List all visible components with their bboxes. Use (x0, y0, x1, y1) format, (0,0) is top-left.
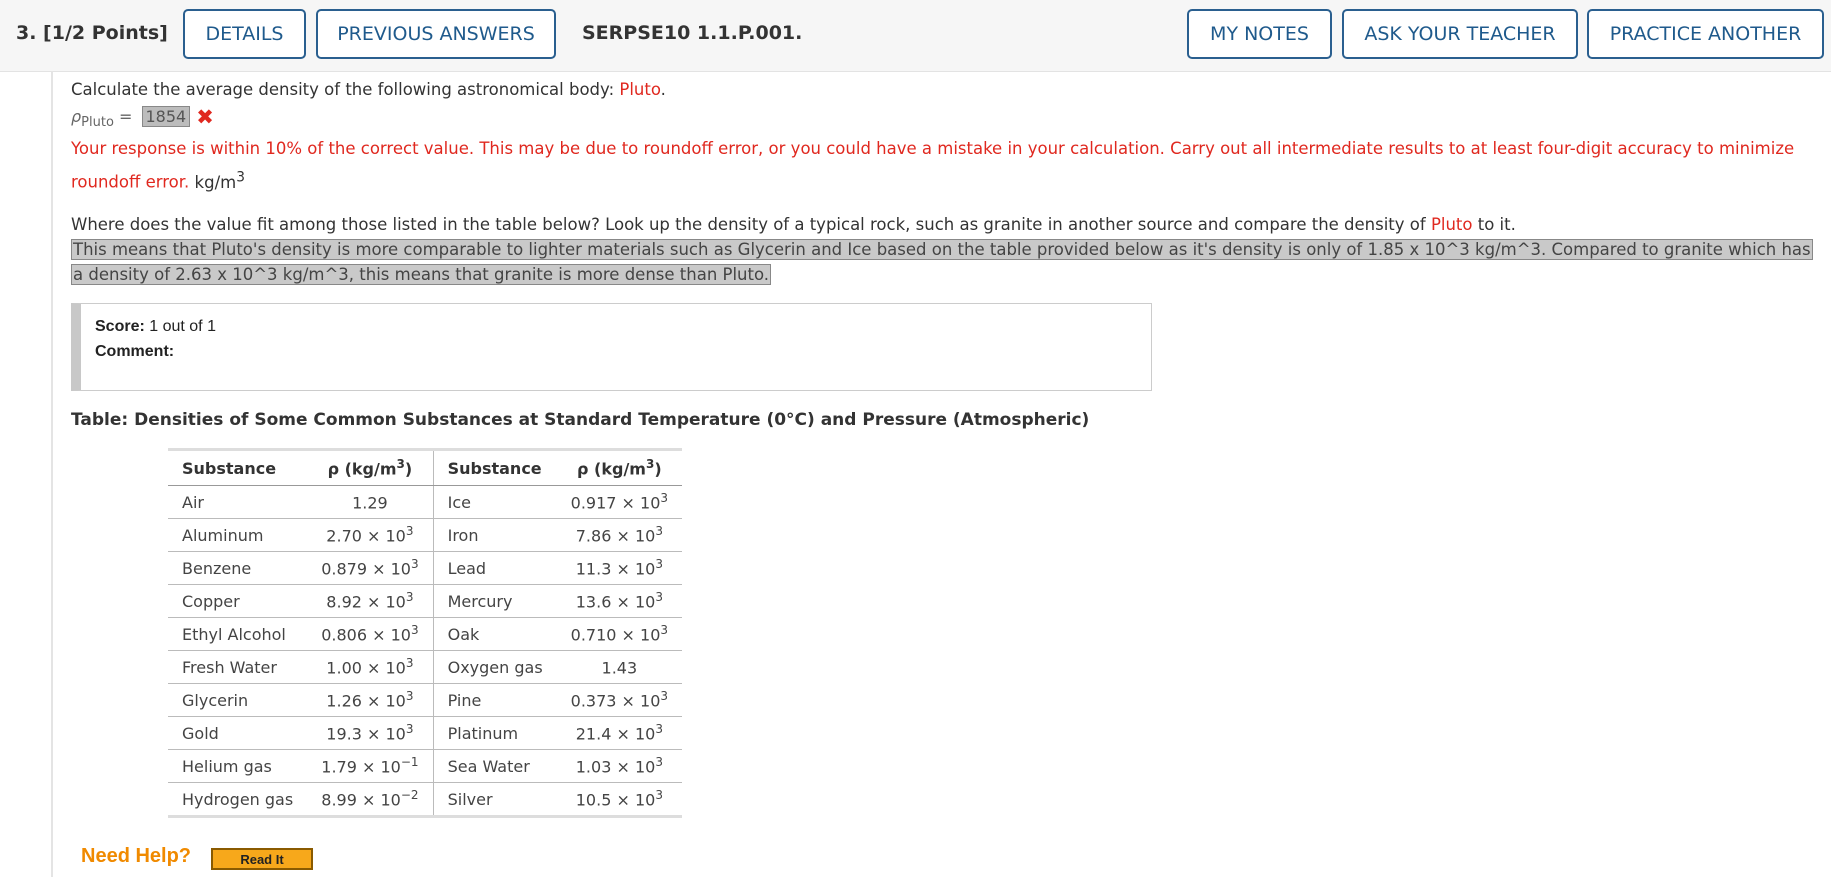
score-box: Score: 1 out of 1 Comment: (71, 303, 1152, 391)
answer-field[interactable]: 1854 (141, 106, 191, 127)
table-row: Fresh Water 1.00 × 103 Oxygen gas 1.43 (168, 650, 683, 684)
practice-another-button[interactable]: PRACTICE ANOTHER (1587, 9, 1824, 59)
answer-row: ρPluto = 1854 ✖ (71, 105, 214, 130)
density-cell: 1.79 × 10−1 (307, 749, 434, 783)
rho-subscript: Pluto (81, 115, 114, 131)
density-cell: 1.29 (307, 485, 434, 519)
density-cell: 0.879 × 103 (307, 551, 434, 585)
density-cell: 0.806 × 103 (307, 617, 434, 651)
table-row: Helium gas 1.79 × 10−1 Sea Water 1.03 × 103 (168, 749, 683, 783)
substance-cell: Glycerin (168, 683, 308, 717)
substance-cell: Mercury (433, 584, 557, 618)
table-row: Air 1.29 Ice 0.917 × 103 (168, 485, 683, 519)
score-line: Score: 1 out of 1 (95, 318, 216, 335)
table-row: Ethyl Alcohol 0.806 × 103 Oak 0.710 × 103 (168, 617, 683, 651)
question-number: 3. [1/2 Points] (16, 22, 168, 44)
ask-your-teacher-button[interactable]: ASK YOUR TEACHER (1342, 9, 1578, 59)
answer-unit: kg/m3 (194, 169, 245, 192)
substance-cell: Ethyl Alcohol (168, 617, 308, 651)
table-row: Aluminum 2.70 × 103 Iron 7.86 × 103 (168, 518, 683, 552)
density-cell: 10.5 × 103 (556, 782, 683, 818)
details-button[interactable]: DETAILS (183, 9, 306, 59)
substance-cell: Silver (433, 782, 557, 818)
density-cell: 0.917 × 103 (556, 485, 683, 519)
density-cell: 1.03 × 103 (556, 749, 683, 783)
density-cell: 1.00 × 103 (307, 650, 434, 684)
incorrect-x-icon: ✖ (196, 105, 214, 129)
substance-cell: Gold (168, 716, 308, 750)
column-header-density: ρ (kg/m3) (307, 448, 434, 486)
essay-response[interactable]: This means that Pluto's density is more … (71, 237, 1813, 287)
previous-answers-button[interactable]: PREVIOUS ANSWERS (316, 9, 556, 59)
table-row: Glycerin 1.26 × 103 Pine 0.373 × 103 (168, 683, 683, 717)
column-header-density: ρ (kg/m3) (556, 448, 683, 486)
substance-cell: Sea Water (433, 749, 557, 783)
substance-cell: Ice (433, 485, 557, 519)
substance-cell: Oak (433, 617, 557, 651)
substance-cell: Lead (433, 551, 557, 585)
substance-cell: Hydrogen gas (168, 782, 308, 818)
table-caption: Table: Densities of Some Common Substanc… (71, 410, 1090, 430)
comment-label: Comment: (95, 343, 175, 360)
question-prompt: Calculate the average density of the fol… (71, 80, 666, 99)
density-cell: 7.86 × 103 (556, 518, 683, 552)
column-header-substance: Substance (168, 448, 308, 486)
question-header: 3. [1/2 Points] DETAILS PREVIOUS ANSWERS… (0, 0, 1831, 72)
need-help-label: Need Help? (81, 845, 192, 867)
equals-sign: = (119, 107, 133, 126)
density-cell: 1.26 × 103 (307, 683, 434, 717)
column-header-substance: Substance (433, 448, 557, 486)
body-name: Pluto (619, 80, 661, 99)
rho-symbol: ρ (71, 107, 82, 126)
substance-cell: Pine (433, 683, 557, 717)
problem-code: SERPSE10 1.1.P.001. (582, 22, 803, 44)
substance-cell: Benzene (168, 551, 308, 585)
density-cell: 8.92 × 103 (307, 584, 434, 618)
my-notes-button[interactable]: MY NOTES (1187, 9, 1332, 59)
feedback-message: Your response is within 10% of the corre… (71, 139, 1795, 192)
density-cell: 2.70 × 103 (307, 518, 434, 552)
table-row: Benzene 0.879 × 103 Lead 11.3 × 103 (168, 551, 683, 585)
left-border (51, 71, 53, 877)
substance-cell: Air (168, 485, 308, 519)
density-cell: 11.3 × 103 (556, 551, 683, 585)
substance-cell: Oxygen gas (433, 650, 557, 684)
substance-cell: Platinum (433, 716, 557, 750)
read-it-button[interactable]: Read It (211, 848, 313, 870)
substance-cell: Aluminum (168, 518, 308, 552)
substance-cell: Fresh Water (168, 650, 308, 684)
table-row: Copper 8.92 × 103 Mercury 13.6 × 103 (168, 584, 683, 618)
density-cell: 0.373 × 103 (556, 683, 683, 717)
density-cell: 13.6 × 103 (556, 584, 683, 618)
density-cell: 1.43 (556, 650, 683, 684)
followup-prompt: Where does the value fit among those lis… (71, 215, 1516, 234)
table-row: Hydrogen gas 8.99 × 10−2 Silver 10.5 × 103 (168, 782, 683, 818)
substance-cell: Helium gas (168, 749, 308, 783)
density-cell: 0.710 × 103 (556, 617, 683, 651)
table-row: Gold 19.3 × 103 Platinum 21.4 × 103 (168, 716, 683, 750)
density-table: Substance ρ (kg/m3) Substance ρ (kg/m3) … (168, 448, 683, 818)
density-cell: 21.4 × 103 (556, 716, 683, 750)
substance-cell: Copper (168, 584, 308, 618)
density-cell: 8.99 × 10−2 (307, 782, 434, 818)
density-cell: 19.3 × 103 (307, 716, 434, 750)
substance-cell: Iron (433, 518, 557, 552)
